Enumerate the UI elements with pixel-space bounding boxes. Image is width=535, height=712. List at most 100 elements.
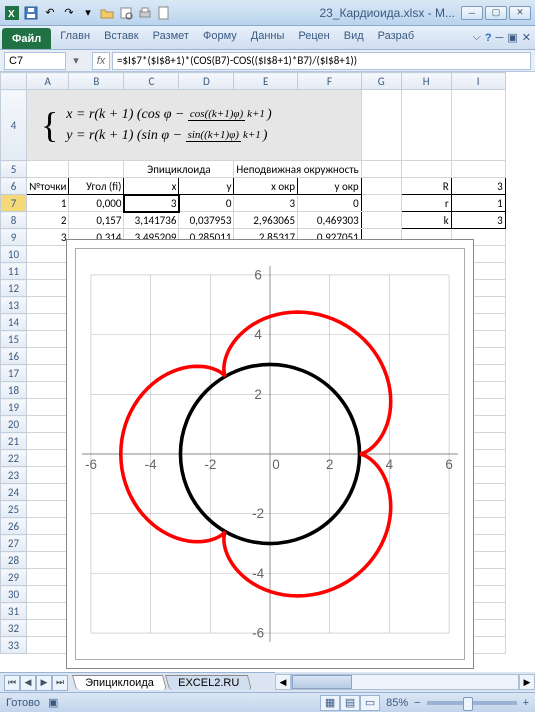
maximize-button[interactable]: ▢ <box>485 6 507 20</box>
cell[interactable]: Эпициклоида <box>124 161 234 178</box>
row-header[interactable]: 33 <box>1 637 27 654</box>
cell[interactable]: 3 <box>234 195 298 212</box>
name-box[interactable]: C7 <box>4 52 66 70</box>
zoom-out-button[interactable]: − <box>414 697 420 709</box>
col-header[interactable]: A <box>27 73 69 90</box>
row-header[interactable]: 20 <box>1 416 27 433</box>
cell[interactable]: 3,141736 <box>124 212 179 229</box>
horizontal-scrollbar[interactable]: ◀ ▶ <box>275 672 535 692</box>
view-layout-icon[interactable]: ▤ <box>340 695 360 711</box>
cell[interactable]: 1 <box>27 195 69 212</box>
undo-icon[interactable]: ↶ <box>42 5 58 21</box>
select-all-button[interactable] <box>1 73 27 90</box>
zoom-in-button[interactable]: + <box>523 697 529 709</box>
row-header[interactable]: 27 <box>1 535 27 552</box>
row-header[interactable]: 13 <box>1 297 27 314</box>
row-header[interactable]: 16 <box>1 348 27 365</box>
cell[interactable]: Неподвижная окружность <box>234 161 361 178</box>
cell[interactable]: 0 <box>298 195 362 212</box>
col-header[interactable]: G <box>361 73 401 90</box>
open-icon[interactable] <box>99 5 115 21</box>
row-header[interactable]: 21 <box>1 433 27 450</box>
sheet-tab-active[interactable]: Эпициклоида <box>72 675 167 690</box>
scroll-left-icon[interactable]: ◀ <box>275 674 291 690</box>
row-header[interactable]: 11 <box>1 263 27 280</box>
cell[interactable]: R <box>401 178 451 195</box>
col-header[interactable]: C <box>124 73 179 90</box>
tab-view[interactable]: Вид <box>337 26 371 49</box>
mdi-restore-icon[interactable]: ▣ <box>507 31 517 44</box>
row-header[interactable]: 4 <box>1 90 27 161</box>
cell[interactable]: k <box>401 212 451 229</box>
cell[interactable]: y <box>179 178 234 195</box>
row-header[interactable]: 8 <box>1 212 27 229</box>
col-header[interactable]: E <box>234 73 298 90</box>
row-header[interactable]: 19 <box>1 399 27 416</box>
save-icon[interactable] <box>23 5 39 21</box>
tab-formulas[interactable]: Форму <box>196 26 244 49</box>
tab-nav-next-icon[interactable]: ▶ <box>36 675 52 691</box>
cell[interactable]: 0 <box>179 195 234 212</box>
scroll-thumb[interactable] <box>292 675 352 689</box>
row-header[interactable]: 30 <box>1 586 27 603</box>
tab-review[interactable]: Рецен <box>291 26 336 49</box>
row-header[interactable]: 22 <box>1 450 27 467</box>
cell[interactable]: y окр <box>298 178 362 195</box>
row-header[interactable]: 15 <box>1 331 27 348</box>
cell[interactable]: 0,157 <box>69 212 124 229</box>
cell[interactable]: 3 <box>451 212 505 229</box>
tab-insert[interactable]: Вставк <box>97 26 146 49</box>
row-header[interactable]: 26 <box>1 518 27 535</box>
cell[interactable]: 0,000 <box>69 195 124 212</box>
tab-layout[interactable]: Размет <box>146 26 196 49</box>
cell[interactable]: 3 <box>27 229 69 246</box>
new-icon[interactable] <box>156 5 172 21</box>
row-header[interactable]: 18 <box>1 382 27 399</box>
quick-print-icon[interactable] <box>137 5 153 21</box>
tab-developer[interactable]: Разраб <box>371 26 422 49</box>
cell[interactable]: x <box>124 178 179 195</box>
formula-input[interactable]: =$I$7*($I$8+1)*(COS(B7)-COS(($I$8+1)*B7)… <box>112 52 531 70</box>
row-header[interactable]: 5 <box>1 161 27 178</box>
redo-icon[interactable]: ↷ <box>61 5 77 21</box>
cell[interactable]: x окр <box>234 178 298 195</box>
zoom-slider[interactable] <box>427 701 517 705</box>
cell[interactable]: 1 <box>451 195 505 212</box>
row-header[interactable]: 6 <box>1 178 27 195</box>
tab-data[interactable]: Данны <box>244 26 292 49</box>
row-header[interactable]: 7 <box>1 195 27 212</box>
view-pagebreak-icon[interactable]: ▭ <box>360 695 380 711</box>
tab-nav-first-icon[interactable]: ⏮ <box>4 675 20 691</box>
fx-button[interactable]: fx <box>92 52 110 70</box>
col-header[interactable]: I <box>451 73 505 90</box>
print-preview-icon[interactable] <box>118 5 134 21</box>
row-header[interactable]: 23 <box>1 467 27 484</box>
row-header[interactable]: 14 <box>1 314 27 331</box>
cell[interactable]: 2,963065 <box>234 212 298 229</box>
row-header[interactable]: 9 <box>1 229 27 246</box>
minimize-button[interactable]: ─ <box>461 6 483 20</box>
namebox-dropdown-icon[interactable]: ▾ <box>70 54 82 67</box>
row-header[interactable]: 10 <box>1 246 27 263</box>
tab-nav-last-icon[interactable]: ⏭ <box>52 675 68 691</box>
row-header[interactable]: 31 <box>1 603 27 620</box>
ribbon-minimize-icon[interactable]: ⌵ <box>473 31 481 44</box>
row-header[interactable]: 25 <box>1 501 27 518</box>
col-header[interactable]: F <box>298 73 362 90</box>
row-header[interactable]: 17 <box>1 365 27 382</box>
sheet-tab-inactive[interactable]: EXCEL2.RU <box>165 675 252 690</box>
help-icon[interactable]: ? <box>485 32 492 44</box>
scroll-right-icon[interactable]: ▶ <box>519 674 535 690</box>
col-header[interactable]: D <box>179 73 234 90</box>
col-header[interactable]: H <box>401 73 451 90</box>
col-header[interactable]: B <box>69 73 124 90</box>
cell[interactable]: №точки <box>27 178 69 195</box>
tab-nav-prev-icon[interactable]: ◀ <box>20 675 36 691</box>
row-header[interactable]: 12 <box>1 280 27 297</box>
view-normal-icon[interactable]: ▦ <box>320 695 340 711</box>
cell[interactable]: r <box>401 195 451 212</box>
cell[interactable]: 0,037953 <box>179 212 234 229</box>
qat-more-icon[interactable]: ▾ <box>80 5 96 21</box>
row-header[interactable]: 28 <box>1 552 27 569</box>
zoom-level[interactable]: 85% <box>386 697 408 709</box>
